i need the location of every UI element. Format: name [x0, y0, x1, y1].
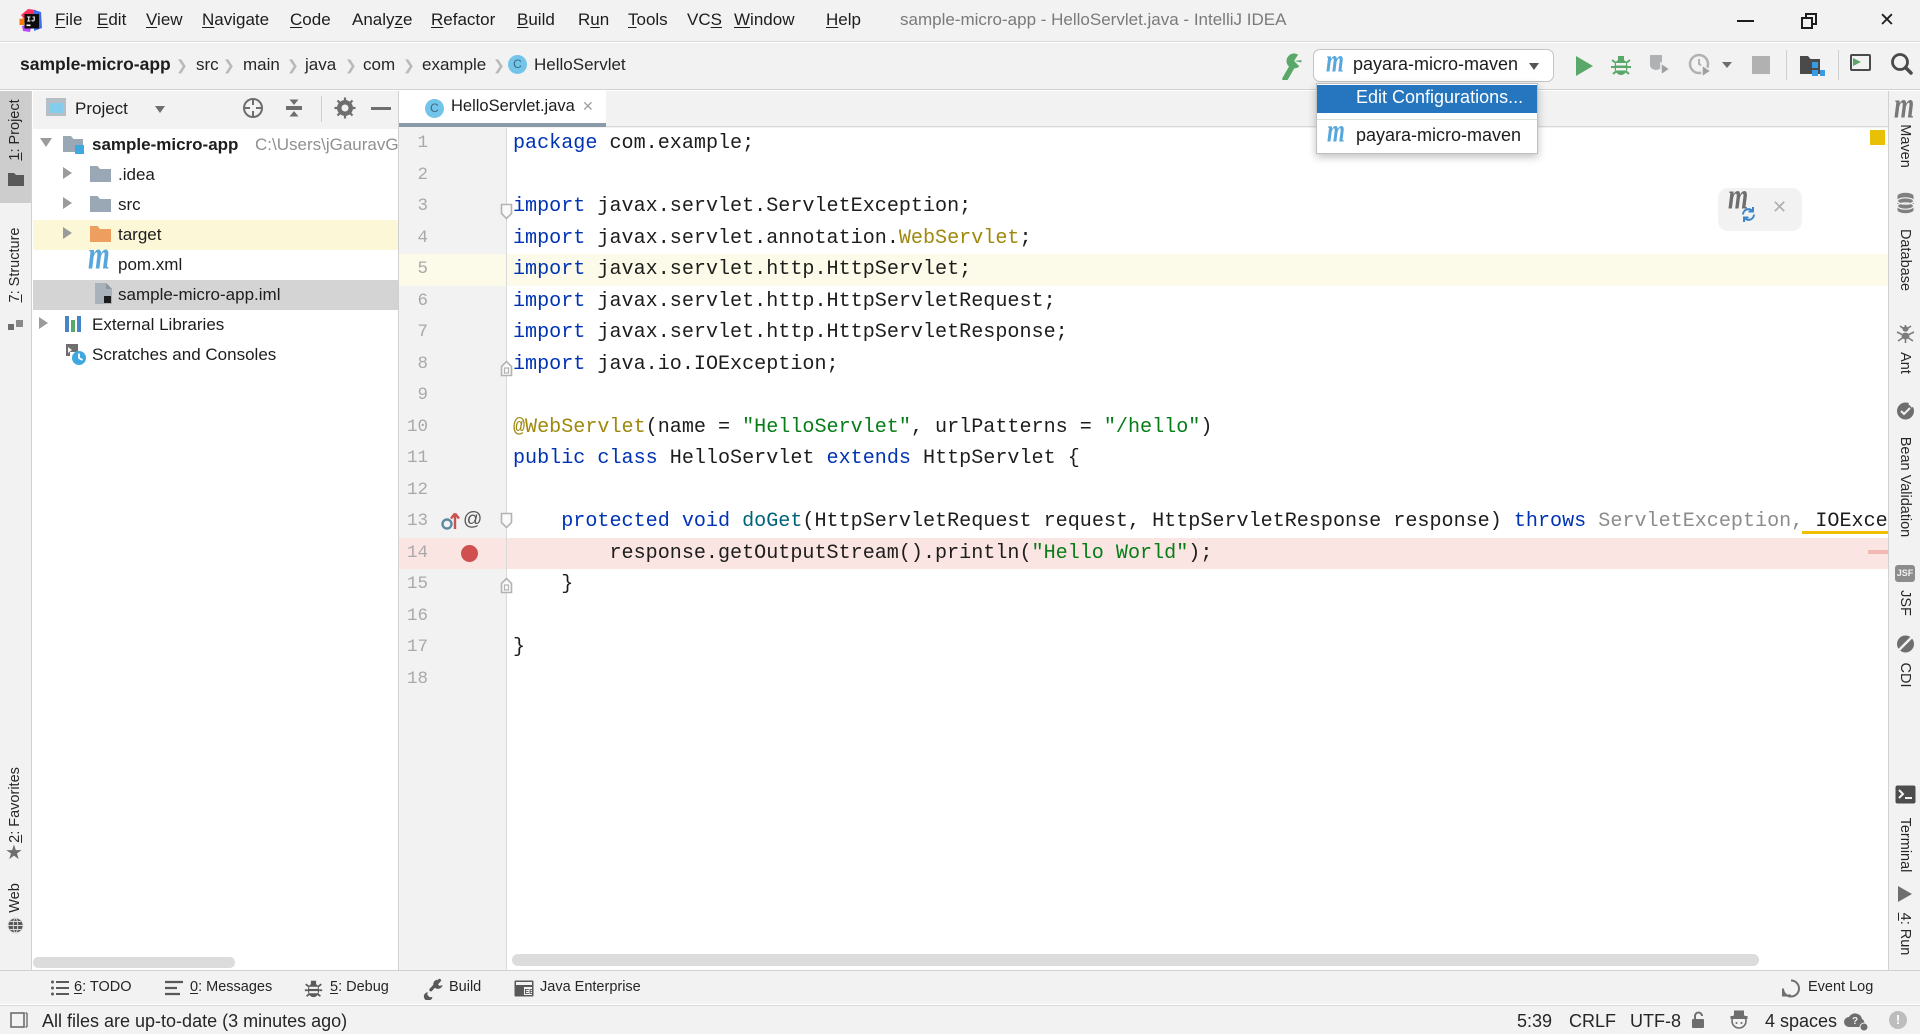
- svg-text:?: ?: [1852, 1016, 1858, 1027]
- svg-text:EE: EE: [525, 989, 535, 996]
- svg-text:IJ: IJ: [27, 17, 36, 25]
